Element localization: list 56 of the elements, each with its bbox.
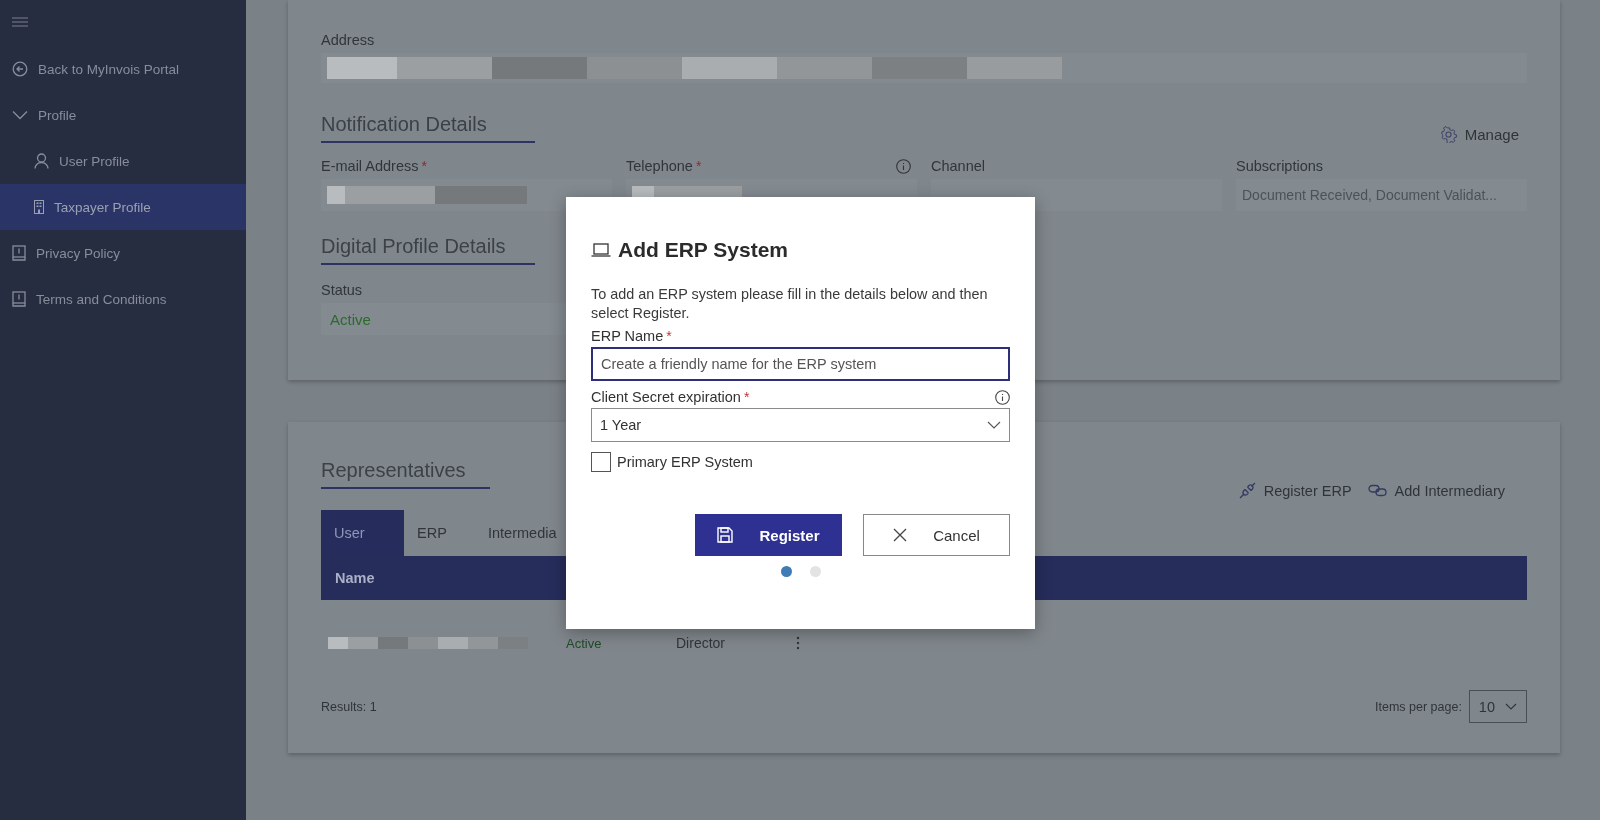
sidebar-item[interactable]: User Profile [0,138,246,184]
action-link[interactable]: Register ERP [1238,482,1352,499]
plug-icon [1238,482,1256,499]
menu-icon[interactable] [12,17,28,27]
sidebar-item[interactable]: Back to MyInvois Portal [0,46,246,92]
action-link[interactable]: Add Intermediary [1367,482,1505,499]
sidebar-item[interactable]: Taxpayer Profile [0,184,246,230]
dialog-title: Add ERP System [618,238,788,262]
field-label: Subscriptions [1236,158,1324,174]
results-count: Results: 1 [321,699,377,714]
chevron-down-icon [12,110,28,120]
step-dot[interactable] [809,566,821,577]
building-icon [34,200,44,214]
register-button[interactable]: Register [695,514,842,556]
step-dot[interactable] [780,566,792,577]
form-field: Document Received, Document Validat... [1236,179,1527,211]
user-icon [34,153,49,169]
tab[interactable]: User [321,510,404,556]
table-cell-text: Director [676,635,726,651]
expiration-dropdown[interactable]: 1 Year [591,408,1010,442]
field-label: Client Secret expiration * [591,389,750,405]
manage-button[interactable]: Manage [1439,126,1519,143]
column-header: Name [335,570,375,586]
field-label: ERP Name * [591,328,672,344]
tab[interactable]: Intermedia [475,510,570,556]
section-heading: Representatives [321,459,490,489]
field-label: E-mail Address * [321,158,427,174]
tab[interactable]: ERP [404,510,461,556]
laptop-icon [591,243,611,257]
items-per-page-select[interactable]: 10 [1468,690,1527,723]
section-heading: Digital Profile Details [321,235,535,265]
field-label: Channel [931,158,985,174]
gear-icon [1439,126,1457,143]
close-icon [893,528,908,542]
sidebar-item[interactable]: Profile [0,92,246,138]
link-icon [1367,484,1387,497]
items-per-page-label: Items per page: [1375,699,1462,714]
chevron-down-icon [1505,703,1517,710]
sidebar-item[interactable]: Privacy Policy [0,230,246,276]
more-options-icon[interactable] [796,636,800,650]
book-icon [12,291,26,307]
book-icon [12,245,26,261]
cancel-button[interactable]: Cancel [863,514,1010,556]
checkbox[interactable] [591,452,611,472]
save-icon [717,527,734,543]
sidebar-item[interactable]: Terms and Conditions [0,276,246,322]
erp-name-field[interactable]: Create a friendly name for the ERP system [591,347,1010,381]
table-cell-text: Active [566,635,603,651]
field-label: Telephone * [626,158,702,174]
field-label: Address [321,32,375,48]
section-heading: Notification Details [321,113,535,143]
info-icon[interactable] [995,389,1010,405]
chevron-down-icon [987,421,1001,429]
dialog-description: To add an ERP system please fill in the details below and then select Register. [591,285,989,323]
checkbox-label: Primary ERP System [617,454,753,470]
field-label: Status [321,282,363,298]
